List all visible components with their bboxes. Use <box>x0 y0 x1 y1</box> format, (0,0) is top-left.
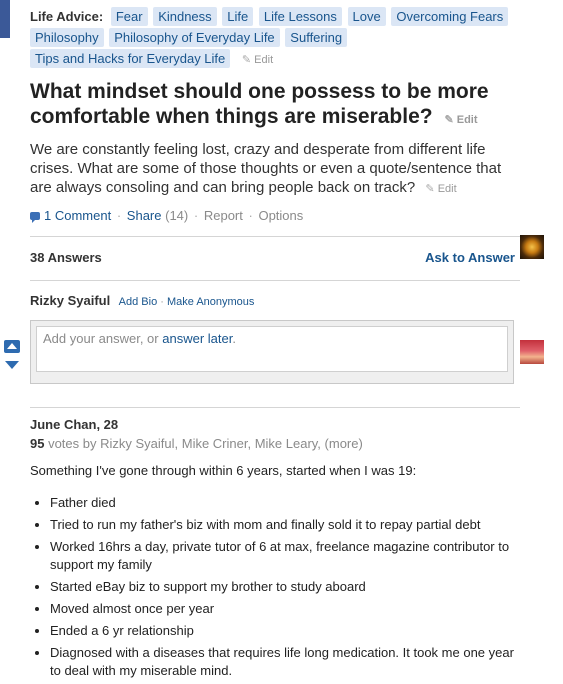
list-item: Father died <box>50 494 520 512</box>
topic-tag-life-lessons[interactable]: Life Lessons <box>258 7 342 26</box>
pencil-icon: ✎ <box>241 54 252 66</box>
answer-list: Father died Tried to run my father's biz… <box>30 494 520 680</box>
voter-list[interactable]: votes by Rizky Syaiful, Mike Criner, Mik… <box>44 436 363 451</box>
separator: · <box>116 208 122 223</box>
list-item: Worked 16hrs a day, private tutor of 6 a… <box>50 538 520 574</box>
share-count: (14) <box>165 208 189 223</box>
edit-question-label: Edit <box>456 114 478 126</box>
topic-tag-tips-hacks[interactable]: Tips and Hacks for Everyday Life <box>30 49 231 68</box>
upvote-arrow-icon[interactable] <box>4 340 20 353</box>
question-page: Life Advice: Fear Kindness Life Life Les… <box>30 0 520 684</box>
list-item: Started eBay biz to support my brother t… <box>50 578 520 596</box>
list-item: Ended a 6 yr relationship <box>50 622 520 640</box>
question-title-block: What mindset should one possess to be mo… <box>30 79 520 133</box>
composer-user-name[interactable]: Rizky Syaiful <box>30 293 110 308</box>
downvote-arrow-icon[interactable] <box>4 359 20 372</box>
left-edge-accent <box>0 0 10 38</box>
answer-later-link[interactable]: answer later <box>162 331 232 346</box>
comment-link[interactable]: 1 Comment <box>30 208 111 223</box>
list-item: Diagnosed with a diseases that requires … <box>50 644 520 680</box>
answer-editor-frame: Add your answer, or answer later. <box>30 320 514 384</box>
add-bio-link[interactable]: Add Bio <box>119 296 158 308</box>
separator: · <box>193 208 199 223</box>
avatar[interactable] <box>520 340 544 364</box>
pencil-icon: ✎ <box>425 183 435 195</box>
answer-intro: Something I've gone through within 6 yea… <box>30 463 417 478</box>
topic-tag-love[interactable]: Love <box>347 7 386 26</box>
answers-header: 38 Answers Ask to Answer <box>30 236 520 270</box>
topic-list-label: Life Advice: <box>30 9 104 24</box>
list-item: Tried to run my father's biz with mom an… <box>50 516 520 534</box>
answer-item: June Chan, 28 95 votes by Rizky Syaiful,… <box>30 407 520 680</box>
topic-tag-suffering[interactable]: Suffering <box>285 28 348 47</box>
answer-author[interactable]: June Chan, 28 <box>30 417 520 432</box>
edit-topics-label: Edit <box>254 54 274 66</box>
question-details-block: We are constantly feeling lost, crazy an… <box>30 140 520 199</box>
topic-list: Life Advice: Fear Kindness Life Life Les… <box>30 0 520 71</box>
edit-question-link[interactable]: ✎ Edit <box>444 114 477 126</box>
options-link[interactable]: Options <box>258 208 303 223</box>
topic-tag-overcoming-fears[interactable]: Overcoming Fears <box>391 7 509 26</box>
answer-votes: 95 votes by Rizky Syaiful, Mike Criner, … <box>30 436 520 451</box>
edit-details-label: Edit <box>437 183 457 195</box>
topic-tag-philosophy[interactable]: Philosophy <box>30 28 104 47</box>
answer-count: 38 Answers <box>30 250 102 265</box>
separator: · <box>248 208 253 223</box>
make-anonymous-link[interactable]: Make Anonymous <box>167 296 254 308</box>
topic-tag-philosophy-everyday-life[interactable]: Philosophy of Everyday Life <box>109 28 280 47</box>
edit-topics-link[interactable]: ✎ Edit <box>242 54 273 66</box>
question-title: What mindset should one possess to be mo… <box>30 80 489 128</box>
list-item: Moved almost once per year <box>50 600 520 618</box>
topic-tag-kindness[interactable]: Kindness <box>153 7 217 26</box>
answer-placeholder: Add your answer, or <box>43 331 163 346</box>
avatar[interactable] <box>520 235 544 259</box>
answer-composer: Rizky Syaiful Add Bio · Make Anonymous A… <box>30 280 520 384</box>
vote-count: 95 <box>30 436 45 451</box>
pencil-icon: ✎ <box>444 114 454 126</box>
share-link[interactable]: Share <box>127 208 162 223</box>
answer-input[interactable]: Add your answer, or answer later. <box>36 326 508 372</box>
question-actions: 1 Comment · Share (14) · Report · Option… <box>30 208 520 224</box>
edit-details-link[interactable]: ✎ Edit <box>425 183 456 195</box>
comment-label: 1 Comment <box>44 208 112 223</box>
speech-bubble-icon <box>30 212 40 223</box>
answer-placeholder-end: . <box>232 331 236 346</box>
composer-meta: Add Bio · Make Anonymous <box>118 296 255 308</box>
report-link[interactable]: Report <box>204 208 243 223</box>
topic-tag-fear[interactable]: Fear <box>110 7 148 26</box>
topic-tag-life[interactable]: Life <box>222 7 254 26</box>
ask-to-answer-button[interactable]: Ask to Answer <box>425 250 515 265</box>
